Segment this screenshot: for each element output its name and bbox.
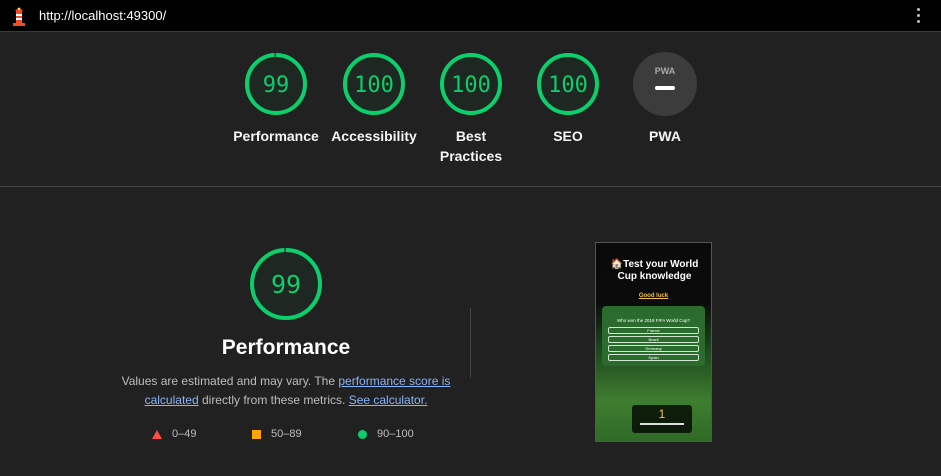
triangle-icon (152, 429, 162, 439)
gauge-accessibility[interactable]: 100 Accessibility (324, 52, 424, 146)
gauge-performance-label: Performance (233, 128, 319, 144)
legend-average: 50–89 (252, 428, 302, 440)
screenshot-subtitle: Good luck (638, 293, 669, 299)
gauge-accessibility-score: 100 (354, 73, 394, 98)
calculator-link[interactable]: See calculator. (349, 393, 428, 407)
score-legend: 0–49 50–89 90–100 (150, 428, 440, 444)
gauge-performance-score: 99 (263, 73, 290, 98)
gauge-seo-score: 100 (548, 73, 588, 98)
gauge-best-practices-label: Best Practices (439, 128, 503, 164)
performance-score: 99 (271, 270, 301, 299)
lighthouse-logo-icon (13, 7, 25, 26)
gauge-pwa[interactable]: PWA PWA (615, 52, 715, 146)
gauge-best-practices-score: 100 (451, 73, 491, 98)
screenshot-option: Spain (608, 354, 699, 361)
screenshot-title: 🏠Test your World Cup knowledge (610, 259, 699, 282)
gauge-performance-ring: 99 (245, 53, 307, 115)
final-screenshot[interactable]: 🏠Test your World Cup knowledge Good luck… (595, 242, 712, 442)
more-options-icon[interactable] (917, 8, 921, 24)
category-gauges: 99 Performance 100 Accessibility 100 Bes… (0, 32, 941, 186)
description-text-2: directly from these metrics. (198, 393, 349, 407)
section-divider (0, 186, 941, 187)
legend-fail-label: 0–49 (172, 428, 197, 440)
gauge-seo[interactable]: 100 SEO (518, 52, 618, 146)
top-bar: http://localhost:49300/ (0, 0, 941, 32)
gauge-seo-ring: 100 (537, 53, 599, 115)
screenshot-option: France (608, 327, 699, 334)
performance-title: Performance (221, 336, 351, 359)
screenshot-question: Who won the 2018 FIFA World Cup? (617, 318, 690, 323)
screenshot-question-card: Who won the 2018 FIFA World Cup? France … (602, 306, 705, 366)
gauge-best-practices[interactable]: 100 Best Practices (421, 52, 521, 166)
gauge-accessibility-ring: 100 (343, 53, 405, 115)
legend-pass: 90–100 (358, 428, 414, 440)
circle-icon (358, 429, 367, 439)
gauge-accessibility-label: Accessibility (331, 128, 417, 144)
gauge-seo-label: SEO (553, 128, 583, 144)
legend-average-label: 50–89 (271, 428, 302, 440)
legend-pass-label: 90–100 (377, 428, 414, 440)
legend-fail: 0–49 (152, 428, 196, 440)
gauge-performance[interactable]: 99 Performance (226, 52, 326, 146)
square-icon (252, 429, 261, 439)
pwa-badge-icon: PWA (633, 52, 697, 116)
performance-description: Values are estimated and may vary. The p… (118, 372, 454, 410)
screenshot-progress-bar (640, 423, 684, 425)
description-text: Values are estimated and may vary. The (121, 374, 339, 388)
screenshot-option: Germany (608, 345, 699, 352)
gauge-pwa-label: PWA (649, 128, 681, 144)
screenshot-option: Brazil (608, 336, 699, 343)
performance-gauge: 99 (250, 248, 322, 320)
pwa-badge-text: PWA (655, 66, 676, 76)
performance-summary: 99 Performance Values are estimated and … (118, 246, 454, 410)
gauge-best-practices-ring: 100 (440, 53, 502, 115)
screenshot-counter: 1 (658, 407, 666, 421)
report-url[interactable]: http://localhost:49300/ (39, 8, 166, 23)
vertical-divider (470, 308, 471, 378)
screenshot-counter-box: 1 (632, 405, 692, 433)
